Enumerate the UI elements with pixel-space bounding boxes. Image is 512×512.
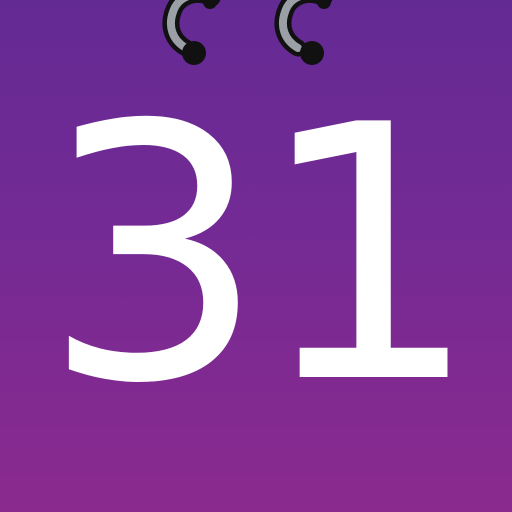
day-number: 31 xyxy=(42,51,480,461)
calendar-app-icon[interactable]: 31 xyxy=(0,0,512,512)
